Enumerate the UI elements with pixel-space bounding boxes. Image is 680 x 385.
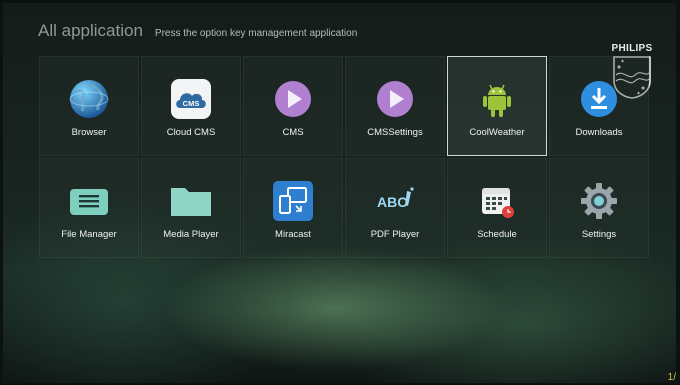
app-label: Settings — [581, 229, 617, 240]
app-tile-media-player[interactable]: Media Player — [141, 158, 241, 258]
app-tile-file-manager[interactable]: File Manager — [39, 158, 139, 258]
app-label: CMS — [282, 127, 304, 138]
app-tile-miracast[interactable]: Miracast — [243, 158, 343, 258]
page-subtitle: Press the option key management applicat… — [154, 28, 358, 39]
globe-icon — [69, 80, 109, 118]
download-icon — [581, 81, 617, 117]
app-tile-browser[interactable]: Browser — [39, 56, 139, 156]
app-label: PDF Player — [370, 229, 420, 240]
app-label: CoolWeather — [469, 127, 525, 138]
cms-badge-text: CMS — [183, 99, 200, 108]
app-label: CMSSettings — [367, 127, 423, 138]
folder-icon — [171, 188, 211, 216]
play-icon — [377, 81, 413, 117]
abc-badge-text: ABC — [377, 194, 407, 210]
app-label: Schedule — [477, 229, 517, 240]
miracast-icon — [273, 181, 313, 221]
play-icon — [275, 81, 311, 117]
gear-icon — [581, 183, 617, 219]
app-tile-coolweather[interactable]: CoolWeather — [447, 56, 547, 156]
abc-icon: ABC — [377, 187, 414, 210]
app-tile-pdf-player[interactable]: ABC PDF Player — [345, 158, 445, 258]
cloud-cms-icon: CMS — [171, 79, 211, 119]
launcher-screen: All application Press the option key man… — [3, 3, 676, 383]
app-tile-settings[interactable]: Settings — [549, 158, 649, 258]
app-label: Downloads — [575, 127, 623, 138]
android-icon — [483, 84, 511, 117]
app-label: Miracast — [275, 229, 311, 240]
app-tile-cloud-cms[interactable]: CMS Cloud CMS — [141, 56, 241, 156]
page-indicator: 1/ — [667, 372, 676, 383]
folder-list-icon — [70, 189, 108, 215]
philips-wordmark: PHILIPS — [611, 43, 653, 54]
header: All application Press the option key man… — [38, 21, 357, 41]
page-title: All application — [38, 21, 143, 40]
app-label: File Manager — [61, 229, 117, 240]
app-tile-schedule[interactable]: Schedule — [447, 158, 547, 258]
app-tile-downloads[interactable]: Downloads — [549, 56, 649, 156]
app-tile-cms[interactable]: CMS — [243, 56, 343, 156]
calendar-icon — [482, 188, 514, 218]
app-label: Cloud CMS — [166, 127, 216, 138]
app-label: Browser — [71, 127, 107, 138]
app-label: Media Player — [163, 229, 219, 240]
app-grid: Browser CMS Cloud CMS CMS CMSSettings Co… — [39, 56, 649, 258]
app-tile-cmssettings[interactable]: CMSSettings — [345, 56, 445, 156]
